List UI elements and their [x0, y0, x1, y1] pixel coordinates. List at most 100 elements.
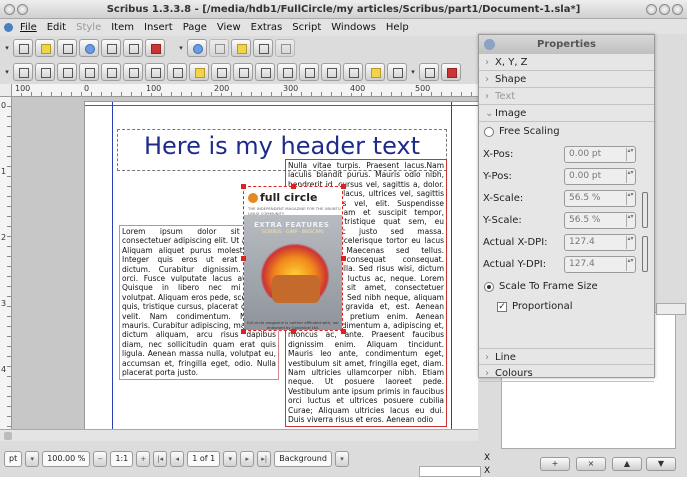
link-frames-icon[interactable] — [299, 63, 319, 81]
shape-tool-icon[interactable] — [101, 63, 121, 81]
maximize-icon[interactable] — [659, 4, 670, 15]
resize-handle-nw[interactable] — [241, 184, 246, 189]
close-icon[interactable] — [672, 4, 683, 15]
document-page[interactable]: Here is my header text Lorem ipsum dolor… — [84, 101, 478, 429]
spinner-icon[interactable]: ▴▾ — [626, 214, 634, 227]
export-pdf-button[interactable] — [145, 39, 165, 57]
layer-dropdown-icon[interactable]: ▾ — [334, 451, 349, 467]
zoom-ratio-button[interactable]: 1:1 — [110, 451, 134, 467]
resize-handle-e[interactable] — [341, 256, 346, 261]
section-colours[interactable]: Colours — [479, 365, 654, 382]
menu-file[interactable]: File — [15, 19, 42, 36]
image-frame[interactable]: full circle THE INDEPENDENT MAGAZINE FOR… — [243, 186, 343, 331]
section-xyz[interactable]: X, Y, Z — [479, 54, 654, 71]
help-icon[interactable] — [17, 4, 28, 15]
menu-windows[interactable]: Windows — [326, 19, 381, 36]
save-button[interactable] — [57, 39, 77, 57]
scale-to-frame-radio[interactable] — [484, 282, 494, 292]
menu-page[interactable]: Page — [178, 19, 212, 36]
menu-style[interactable]: Style — [71, 19, 106, 36]
undo-button[interactable] — [187, 39, 207, 57]
spinner-icon[interactable]: ▴▾ — [626, 148, 634, 161]
cut-button[interactable] — [231, 39, 251, 57]
image-frame-tool-icon[interactable] — [57, 63, 77, 81]
coordinate-field[interactable] — [419, 466, 481, 477]
add-layer-button[interactable]: + — [540, 457, 570, 471]
x-pos-field[interactable]: 0.00 pt ▴▾ — [564, 146, 636, 163]
raise-layer-button[interactable]: ▲ — [612, 457, 642, 471]
section-image[interactable]: Image — [479, 105, 654, 122]
delete-layer-button[interactable]: × — [576, 457, 606, 471]
copy-button[interactable] — [253, 39, 273, 57]
menu-extras[interactable]: Extras — [246, 19, 288, 36]
first-page-icon[interactable]: |◂ — [153, 451, 168, 467]
line-tool-icon[interactable] — [145, 63, 165, 81]
ruler-corner[interactable] — [0, 84, 12, 97]
section-text[interactable]: Text — [479, 88, 654, 105]
spinner-icon[interactable]: ▴▾ — [626, 236, 634, 249]
preflight-button[interactable] — [123, 39, 143, 57]
unit-dropdown-icon[interactable]: ▾ — [25, 451, 40, 467]
y-dpi-field[interactable]: 127.4 ▴▾ — [564, 256, 636, 273]
new-document-button[interactable] — [13, 39, 33, 57]
resize-handle-ne[interactable] — [341, 184, 346, 189]
paste-button[interactable] — [275, 39, 295, 57]
resize-handle-s[interactable] — [291, 329, 296, 334]
close-document-button[interactable] — [79, 39, 99, 57]
resize-handle-n[interactable] — [291, 184, 296, 189]
pdf-tool-icon[interactable] — [441, 63, 461, 81]
ok-button[interactable] — [419, 63, 439, 81]
unlink-frames-icon[interactable] — [321, 63, 341, 81]
menu-script[interactable]: Script — [287, 19, 326, 36]
rotate-tool-icon[interactable] — [211, 63, 231, 81]
spinner-icon[interactable]: ▴▾ — [626, 192, 634, 205]
spinner-icon[interactable]: ▴▾ — [626, 258, 634, 271]
print-button[interactable] — [101, 39, 121, 57]
page-dropdown-icon[interactable]: ▾ — [223, 451, 238, 467]
text-frame-tool-icon[interactable] — [35, 63, 55, 81]
section-shape[interactable]: Shape — [479, 71, 654, 88]
free-scaling-radio[interactable] — [484, 127, 494, 137]
polygon-tool-icon[interactable] — [123, 63, 143, 81]
horizontal-scrollbar[interactable] — [0, 429, 478, 441]
menu-insert[interactable]: Insert — [139, 19, 178, 36]
free-scaling-row[interactable]: Free Scaling — [479, 122, 654, 144]
document-canvas[interactable]: Here is my header text Lorem ipsum dolor… — [12, 97, 478, 429]
measure-tool-icon[interactable] — [343, 63, 363, 81]
lower-layer-button[interactable]: ▼ — [646, 457, 676, 471]
page-select[interactable]: 1 of 1 — [187, 451, 221, 467]
menu-help[interactable]: Help — [381, 19, 414, 36]
open-document-button[interactable] — [35, 39, 55, 57]
spinner-icon[interactable]: ▴▾ — [626, 170, 634, 183]
resize-handle-se[interactable] — [341, 329, 346, 334]
properties-title-bar[interactable]: Properties — [479, 35, 654, 54]
y-pos-field[interactable]: 0.00 pt ▴▾ — [564, 168, 636, 185]
y-scale-field[interactable]: 56.5 % ▴▾ — [564, 212, 636, 229]
proportional-row[interactable]: ✓ Proportional — [479, 298, 654, 320]
proportional-checkbox[interactable]: ✓ — [497, 302, 507, 312]
window-menu-icon[interactable] — [4, 4, 15, 15]
select-tool-icon[interactable] — [13, 63, 33, 81]
toolbar-handle-3[interactable]: ▾ — [3, 68, 11, 76]
bezier-tool-icon[interactable] — [167, 63, 187, 81]
zoom-in-icon[interactable]: + — [136, 451, 151, 467]
edit-contents-tool-icon[interactable] — [255, 63, 275, 81]
zoom-field[interactable]: 100.00 % — [42, 451, 91, 467]
x-scale-field[interactable]: 56.5 % ▴▾ — [564, 190, 636, 207]
dock-tab[interactable] — [656, 303, 686, 315]
horizontal-ruler[interactable]: 100 0 100 200 300 400 500 — [12, 84, 478, 97]
section-line[interactable]: Line — [479, 348, 654, 366]
redo-button[interactable] — [209, 39, 229, 57]
scrollbar-thumb[interactable] — [4, 432, 12, 440]
x-dpi-field[interactable]: 127.4 ▴▾ — [564, 234, 636, 251]
copy-properties-icon[interactable] — [365, 63, 385, 81]
last-page-icon[interactable]: ▸| — [257, 451, 272, 467]
vertical-ruler[interactable]: 0 1 2 3 4 — [0, 97, 12, 429]
table-tool-icon[interactable] — [79, 63, 99, 81]
eyedropper-tool-icon[interactable] — [387, 63, 407, 81]
toolbar-handle[interactable]: ▾ — [3, 44, 11, 52]
previous-page-icon[interactable]: ◂ — [170, 451, 185, 467]
next-page-icon[interactable]: ▸ — [240, 451, 255, 467]
menu-edit[interactable]: Edit — [42, 19, 71, 36]
menu-item[interactable]: Item — [106, 19, 139, 36]
